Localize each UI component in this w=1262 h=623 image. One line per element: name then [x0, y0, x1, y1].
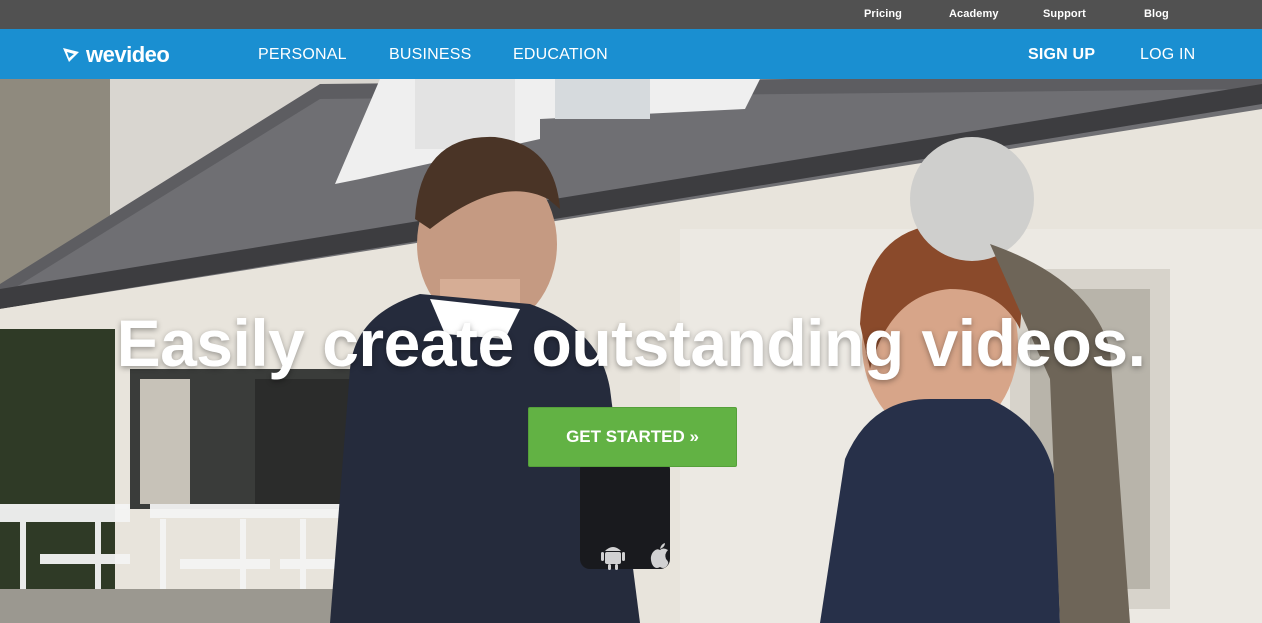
platform-icons — [600, 541, 672, 571]
hero-section: Easily create outstanding videos. GET ST… — [0, 79, 1262, 623]
topbar-link-pricing[interactable]: Pricing — [864, 8, 902, 20]
get-started-button[interactable]: GET STARTED » — [528, 407, 737, 467]
nav-item-personal[interactable]: PERSONAL — [258, 46, 347, 64]
logo-text: wevideo — [86, 42, 170, 67]
nav-item-business[interactable]: BUSINESS — [389, 46, 472, 64]
log-in-link[interactable]: LOG IN — [1140, 46, 1195, 64]
topbar-link-support[interactable]: Support — [1043, 8, 1086, 20]
sign-up-link[interactable]: SIGN UP — [1028, 46, 1095, 64]
apple-icon[interactable] — [648, 542, 672, 570]
wevideo-logo[interactable]: wevideo — [60, 41, 170, 69]
android-icon[interactable] — [600, 541, 626, 571]
nav-item-education[interactable]: EDUCATION — [513, 46, 608, 64]
top-utility-bar: Pricing Academy Support Blog — [0, 0, 1262, 29]
logo-play-icon — [63, 48, 79, 62]
main-navbar: wevideo PERSONAL BUSINESS EDUCATION SIGN… — [0, 29, 1262, 79]
topbar-link-blog[interactable]: Blog — [1144, 8, 1169, 20]
hero-headline: Easily create outstanding videos. — [116, 306, 1146, 380]
topbar-link-academy[interactable]: Academy — [949, 8, 999, 20]
